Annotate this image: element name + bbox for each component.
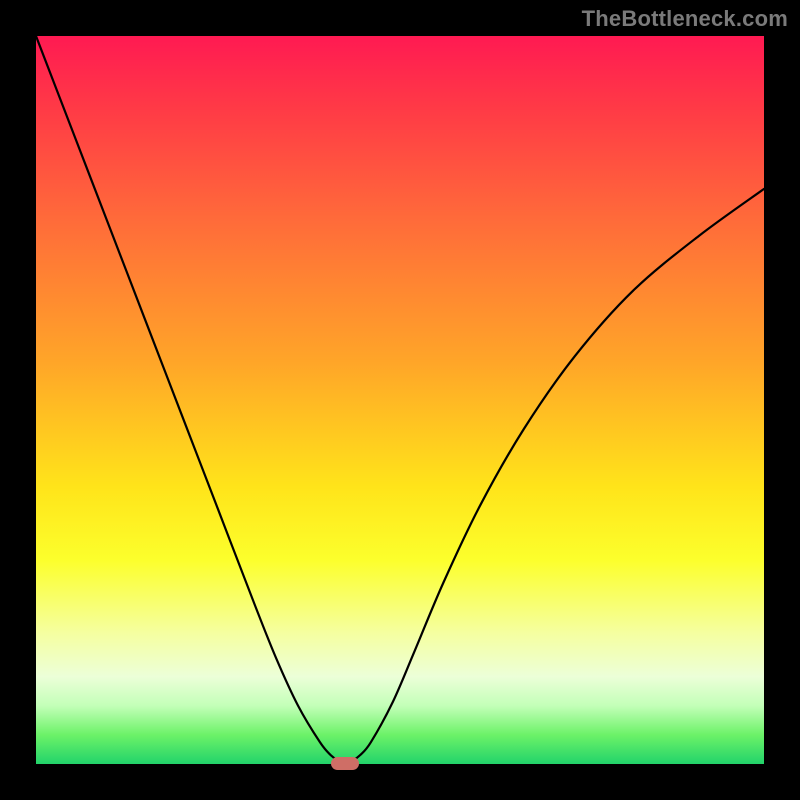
watermark-text: TheBottleneck.com: [582, 6, 788, 32]
plot-area: [36, 36, 764, 764]
bottleneck-curve: [36, 36, 764, 764]
chart-frame: TheBottleneck.com: [0, 0, 800, 800]
optimum-marker: [331, 757, 359, 770]
